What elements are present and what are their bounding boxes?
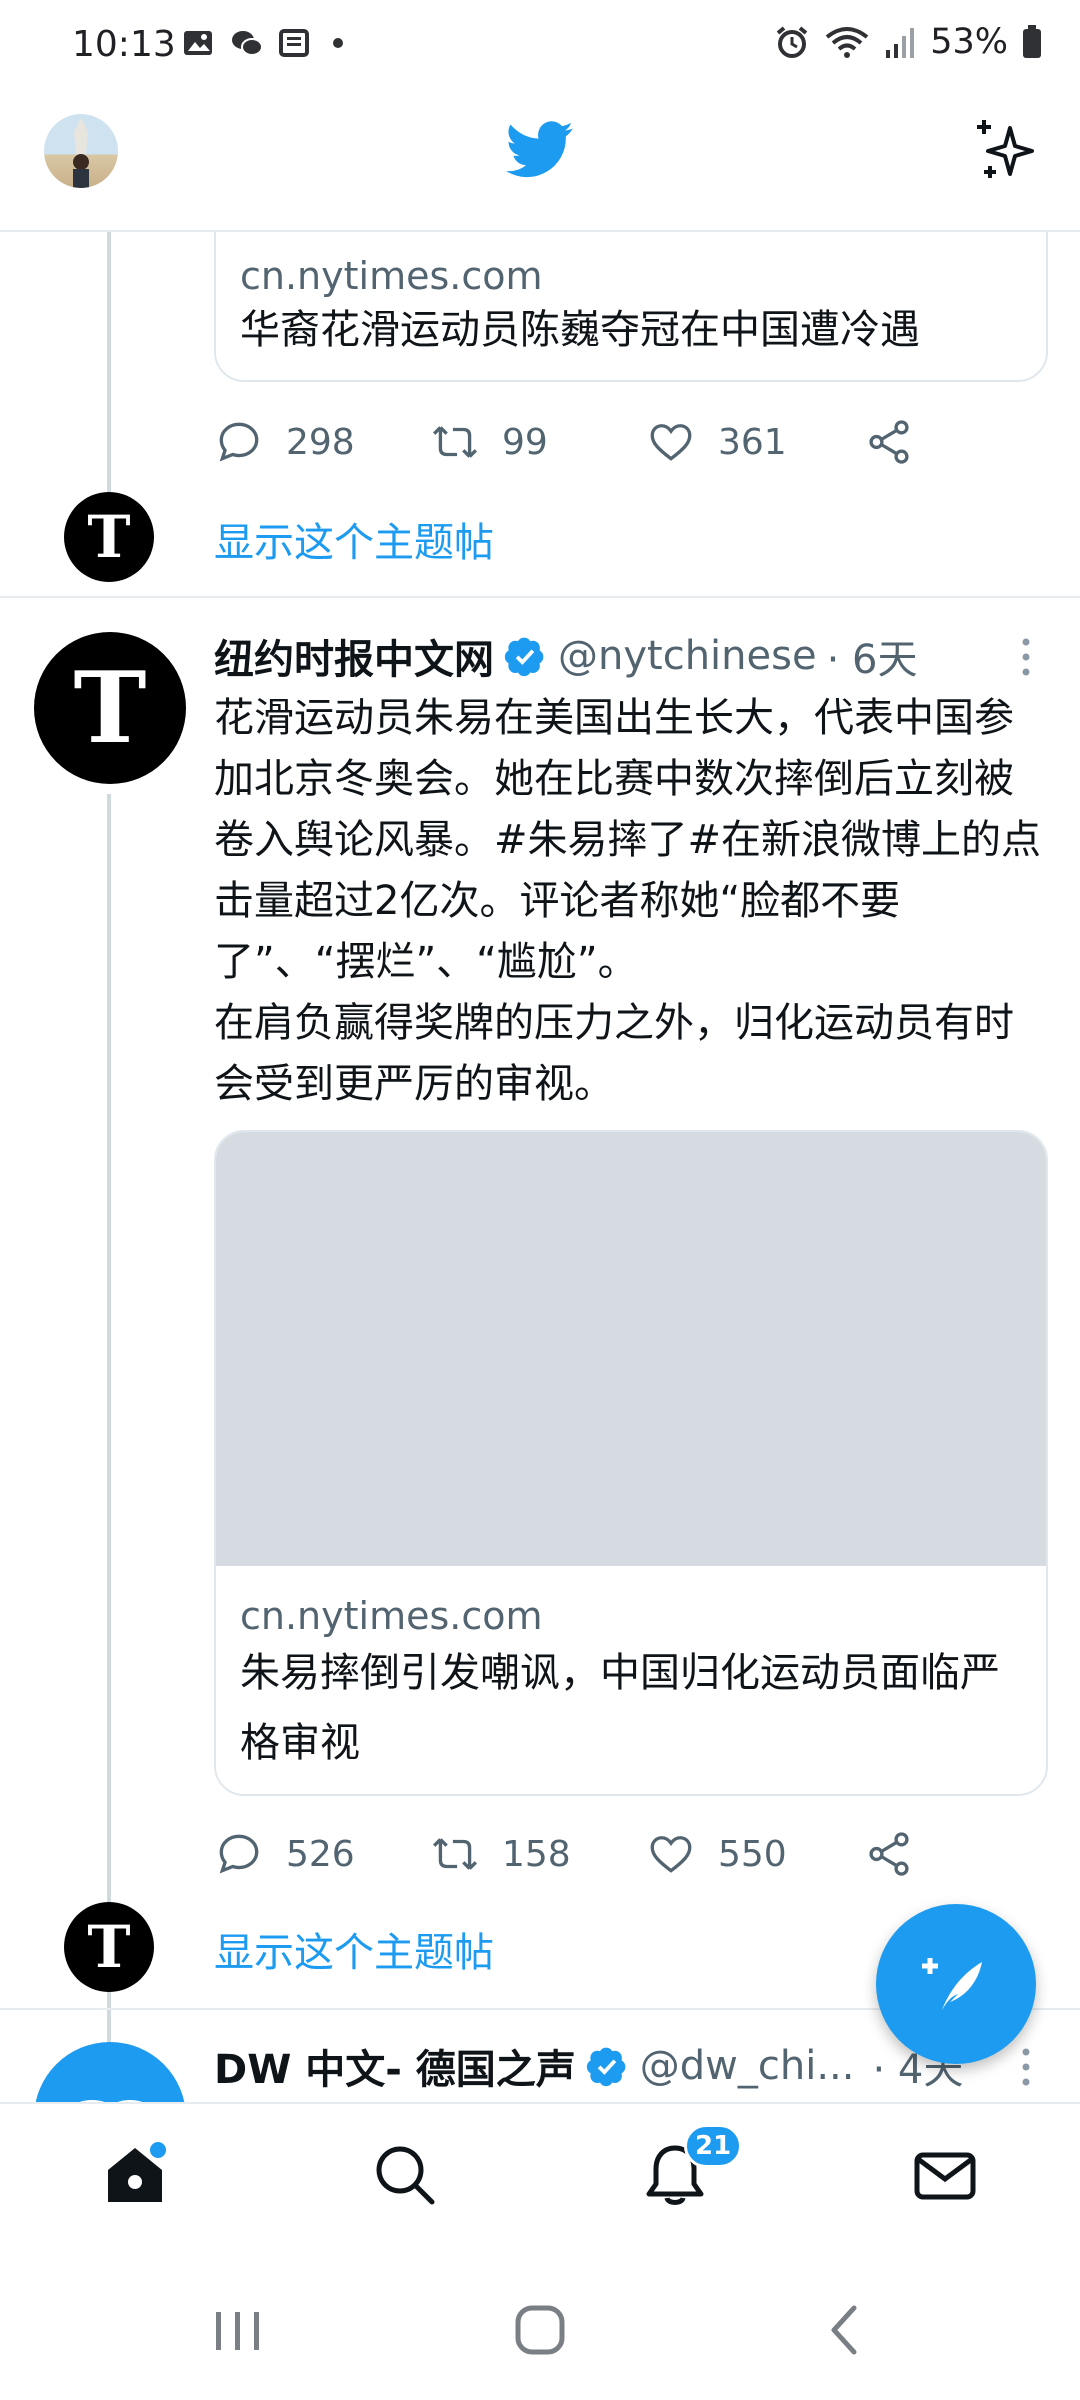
nyt-logo-glyph: T [87,1913,131,1981]
reply-icon [219,1834,259,1874]
nyt-logo-glyph: T [73,650,147,766]
profile-photo [73,118,89,188]
retweet-button[interactable]: 99 [430,412,548,472]
link-card[interactable]: cn.nytimes.com 华裔花滑运动员陈巍夺冠在中国遭冷遇 [214,232,1048,382]
tweet-text-paragraph: 花滑运动员朱易在美国出生长大，代表中国参加北京冬奥会。她在比赛中数次摔倒后立刻被… [214,695,1042,985]
status-bar: 10:13 53% [0,0,1080,92]
retweet-count: 158 [502,1833,571,1875]
card-title: 华裔花滑运动员陈巍夺冠在中国遭冷遇 [240,307,920,353]
reply-icon [219,422,259,462]
gallery-icon [184,31,212,55]
timeline-feed[interactable]: cn.nytimes.com 华裔花滑运动员陈巍夺冠在中国遭冷遇 298 99 … [0,232,1080,2102]
dw-avatar[interactable] [34,2042,186,2102]
sparkle-icon[interactable] [970,114,1044,188]
dw-logo [79,2100,143,2102]
like-count: 550 [718,1833,787,1875]
thread-line [107,232,111,494]
show-thread-link[interactable]: 显示这个主题帖 [214,510,494,568]
author-name[interactable]: 纽约时报中文网 [214,627,494,685]
author-name[interactable]: DW 中文- 德国之声 [214,2037,576,2095]
profile-avatar[interactable] [44,114,118,188]
reply-count: 526 [286,1833,355,1875]
reply-button[interactable]: 526 [214,1824,355,1884]
back-icon[interactable] [820,2302,870,2358]
dot-icon [333,38,343,48]
nyt-avatar-small[interactable]: T [64,1902,154,1992]
status-notification-icons [182,28,360,58]
recent-apps-icon[interactable] [210,2306,266,2356]
tweet-text: 花滑运动员朱易在美国出生长大，代表中国参加北京冬奥会。她在比赛中数次摔倒后立刻被… [214,688,1044,1115]
tweet-separator [0,596,1080,598]
battery-percent: 53% [930,22,1008,62]
reply-button[interactable]: 298 [214,412,355,472]
news-icon [279,29,309,57]
tweet-text-paragraph: 在肩负赢得奖牌的压力之外，归化运动员有时会受到更严厉的审视。 [214,1000,1014,1107]
share-icon [869,420,909,464]
tweet-actions: 298 99 361 [214,412,1048,472]
more-options-icon[interactable] [1020,2042,1032,2092]
share-button[interactable] [864,1824,914,1884]
retweet-button[interactable]: 158 [430,1824,571,1884]
wechat-icon [232,31,263,56]
author-handle[interactable]: @dw_chi... [640,2043,855,2089]
compose-tweet-button[interactable] [876,1904,1036,2064]
signal-icon [886,28,915,58]
card-title: 朱易摔倒引发嘲讽，中国归化运动员面临严格审视 [240,1650,1000,1766]
alarm-icon [776,26,808,58]
home-new-dot [150,2142,166,2158]
top-app-bar [0,92,1080,232]
status-system-icons: 53% [774,22,1042,62]
system-navigation-bar [0,2262,1080,2400]
tweet-header: 纽约时报中文网 @nytchinese · 6天 [214,626,917,686]
retweet-count: 99 [502,421,548,463]
battery-icon [1023,25,1041,58]
status-time: 10:13 [72,24,176,65]
nyt-avatar-small[interactable]: T [64,492,154,582]
twitter-logo-icon[interactable] [506,120,574,180]
card-domain: cn.nytimes.com [240,254,543,298]
card-domain: cn.nytimes.com [240,1594,543,1638]
nyt-logo-glyph: T [87,503,131,571]
heart-icon [650,424,692,461]
show-thread-link[interactable]: 显示这个主题帖 [214,1920,494,1978]
tweet-actions: 526 158 550 [214,1824,1048,1884]
author-handle[interactable]: @nytchinese [558,633,817,679]
share-button[interactable] [864,412,914,472]
notifications-badge: 21 [684,2124,743,2168]
reply-count: 298 [286,421,355,463]
link-card[interactable]: cn.nytimes.com 朱易摔倒引发嘲讽，中国归化运动员面临严格审视 [214,1130,1048,1796]
wifi-icon [825,27,869,58]
search-icon[interactable] [370,2140,440,2210]
like-count: 361 [718,421,787,463]
like-button[interactable]: 361 [646,412,787,472]
tweet-time: · 6天 [826,637,918,683]
heart-icon [650,1836,692,1873]
card-image [216,1132,1046,1566]
verified-badge-icon [504,637,544,677]
share-icon [869,1832,909,1876]
retweet-icon [432,426,478,458]
home-system-icon[interactable] [512,2302,568,2358]
tweet-header: DW 中文- 德国之声 @dw_chi... · 4天 [214,2036,963,2096]
retweet-icon [432,1838,478,1870]
mail-icon[interactable] [910,2140,980,2210]
like-button[interactable]: 550 [646,1824,787,1884]
compose-feather-icon [922,1958,982,2010]
verified-badge-icon [586,2047,626,2087]
nyt-avatar[interactable]: T [34,632,186,784]
more-options-icon[interactable] [1020,632,1032,682]
bottom-navigation: 21 [0,2102,1080,2262]
